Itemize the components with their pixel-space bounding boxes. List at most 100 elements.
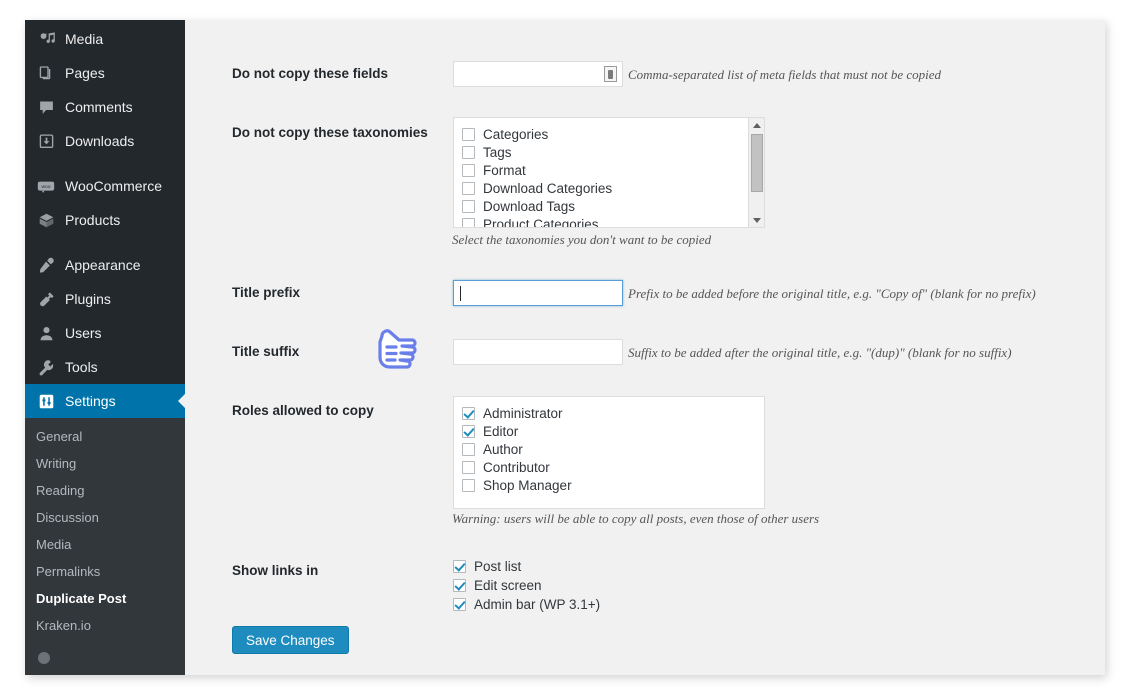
admin-sidebar[interactable]: Media Pages Comments Downloads woo WooCo… — [25, 20, 185, 675]
checkbox-icon[interactable] — [462, 181, 475, 195]
checkbox-icon[interactable] — [462, 460, 475, 474]
submenu-item-label: General — [36, 429, 83, 444]
media-icon — [36, 29, 56, 49]
sidebar-item-users[interactable]: Users — [25, 316, 185, 350]
list-item[interactable]: Post list — [453, 557, 600, 576]
submenu-item-reading[interactable]: Reading — [25, 477, 185, 504]
sidebar-item-media[interactable]: Media — [25, 22, 185, 56]
help-do-not-copy-fields: Comma-separated list of meta fields that… — [628, 67, 942, 82]
label-show-links-in: Show links in — [232, 563, 319, 578]
checkbox-icon[interactable] — [462, 127, 475, 141]
woocommerce-icon: woo — [36, 176, 56, 196]
taxonomies-listbox[interactable]: Categories Tags Format Download Categori… — [453, 117, 765, 228]
checkbox-icon[interactable] — [462, 199, 475, 213]
sidebar-separator — [25, 237, 185, 248]
list-item-label: Categories — [483, 126, 549, 142]
downloads-icon — [36, 131, 56, 151]
submenu-item-label: Media — [36, 537, 72, 552]
sidebar-item-label: Products — [65, 212, 121, 228]
checkbox-icon[interactable] — [462, 424, 475, 438]
sidebar-item-plugins[interactable]: Plugins — [25, 282, 185, 316]
label-do-not-copy-fields: Do not copy these fields — [232, 66, 389, 81]
checkbox-icon[interactable] — [462, 478, 475, 492]
sidebar-item-label: Downloads — [65, 133, 135, 149]
sidebar-item-label: Appearance — [65, 257, 141, 273]
pages-icon — [36, 63, 56, 83]
submenu-item-discussion[interactable]: Discussion — [25, 504, 185, 531]
sidebar-item-label: Settings — [65, 393, 116, 409]
settings-form: Do not copy these fields Comma-separated… — [185, 20, 1105, 675]
list-item-label: Contributor — [483, 459, 550, 475]
submenu-item-krakenio[interactable]: Kraken.io — [25, 612, 185, 639]
comments-icon — [36, 97, 56, 117]
title-suffix-input[interactable] — [453, 339, 623, 365]
scroll-down-icon[interactable] — [749, 213, 764, 227]
list-item[interactable]: Categories — [454, 125, 764, 143]
list-item[interactable]: Download Categories — [454, 179, 764, 197]
checkbox-icon[interactable] — [462, 163, 475, 177]
checkbox-icon[interactable] — [453, 579, 466, 592]
sidebar-item-label: Media — [65, 31, 104, 47]
settings-icon — [36, 391, 56, 411]
roles-listbox[interactable]: Administrator Editor Author Contributor — [453, 396, 765, 509]
list-item[interactable]: Administrator — [454, 404, 764, 422]
submenu-item-duplicate-post[interactable]: Duplicate Post — [25, 585, 185, 612]
submenu-item-permalinks[interactable]: Permalinks — [25, 558, 185, 585]
screenshot-root: Media Pages Comments Downloads woo WooCo… — [0, 0, 1130, 695]
list-item[interactable]: Contributor — [454, 458, 764, 476]
submenu-item-label: Discussion — [36, 510, 99, 525]
sidebar-item-label: WooCommerce — [65, 178, 162, 194]
submenu-item-label: Writing — [36, 456, 77, 471]
show-links-in-group[interactable]: Post list Edit screen Admin bar (WP 3.1+… — [453, 557, 600, 614]
list-item-label: Download Tags — [483, 198, 576, 214]
checkbox-icon[interactable] — [453, 560, 466, 573]
list-item[interactable]: Shop Manager — [454, 476, 764, 494]
sidebar-item-pages[interactable]: Pages — [25, 56, 185, 90]
list-item-label: Author — [483, 441, 523, 457]
spinner-icon[interactable] — [604, 66, 617, 82]
submenu-item-general[interactable]: General — [25, 423, 185, 450]
list-item-label: Format — [483, 162, 526, 178]
list-item[interactable]: Editor — [454, 422, 764, 440]
users-icon — [36, 323, 56, 343]
list-item-label: Download Categories — [483, 180, 613, 196]
sidebar-item-tools[interactable]: Tools — [25, 350, 185, 384]
save-changes-button[interactable]: Save Changes — [232, 626, 349, 654]
checkbox-icon[interactable] — [462, 217, 475, 227]
scrollbar-thumb[interactable] — [751, 134, 763, 192]
label-do-not-copy-taxonomies: Do not copy these taxonomies — [232, 125, 428, 140]
list-item[interactable]: Author — [454, 440, 764, 458]
submenu-item-label: Kraken.io — [36, 618, 91, 633]
list-item[interactable]: Admin bar (WP 3.1+) — [453, 595, 600, 614]
settings-submenu[interactable]: General Writing Reading Discussion Media… — [25, 418, 185, 645]
title-prefix-input[interactable] — [453, 280, 623, 306]
list-item[interactable]: Edit screen — [453, 576, 600, 595]
checkbox-icon[interactable] — [462, 145, 475, 159]
list-item[interactable]: Download Tags — [454, 197, 764, 215]
taxonomies-scrollbar[interactable] — [748, 118, 764, 227]
list-item[interactable]: Tags — [454, 143, 764, 161]
sidebar-item-comments[interactable]: Comments — [25, 90, 185, 124]
list-item[interactable]: Product Categories — [454, 215, 764, 227]
sidebar-item-woocommerce[interactable]: woo WooCommerce — [25, 169, 185, 203]
sidebar-item-appearance[interactable]: Appearance — [25, 248, 185, 282]
checkbox-icon[interactable] — [462, 406, 475, 420]
sidebar-item-products[interactable]: Products — [25, 203, 185, 237]
submenu-item-media[interactable]: Media — [25, 531, 185, 558]
sidebar-item-label: Plugins — [65, 291, 111, 307]
list-item-label: Shop Manager — [483, 477, 572, 493]
checkbox-icon[interactable] — [453, 598, 466, 611]
sidebar-item-partial[interactable] — [25, 645, 185, 675]
submenu-item-writing[interactable]: Writing — [25, 450, 185, 477]
do-not-copy-fields-input[interactable] — [453, 61, 623, 87]
checkbox-icon[interactable] — [462, 442, 475, 456]
sidebar-item-label: Comments — [65, 99, 133, 115]
sidebar-item-label: Tools — [65, 359, 98, 375]
tools-icon — [36, 357, 56, 377]
submenu-item-label: Duplicate Post — [36, 591, 127, 606]
sidebar-item-settings[interactable]: Settings — [25, 384, 185, 418]
help-title-prefix: Prefix to be added before the original t… — [628, 286, 1036, 301]
list-item[interactable]: Format — [454, 161, 764, 179]
sidebar-item-downloads[interactable]: Downloads — [25, 124, 185, 158]
scroll-up-icon[interactable] — [749, 118, 764, 132]
